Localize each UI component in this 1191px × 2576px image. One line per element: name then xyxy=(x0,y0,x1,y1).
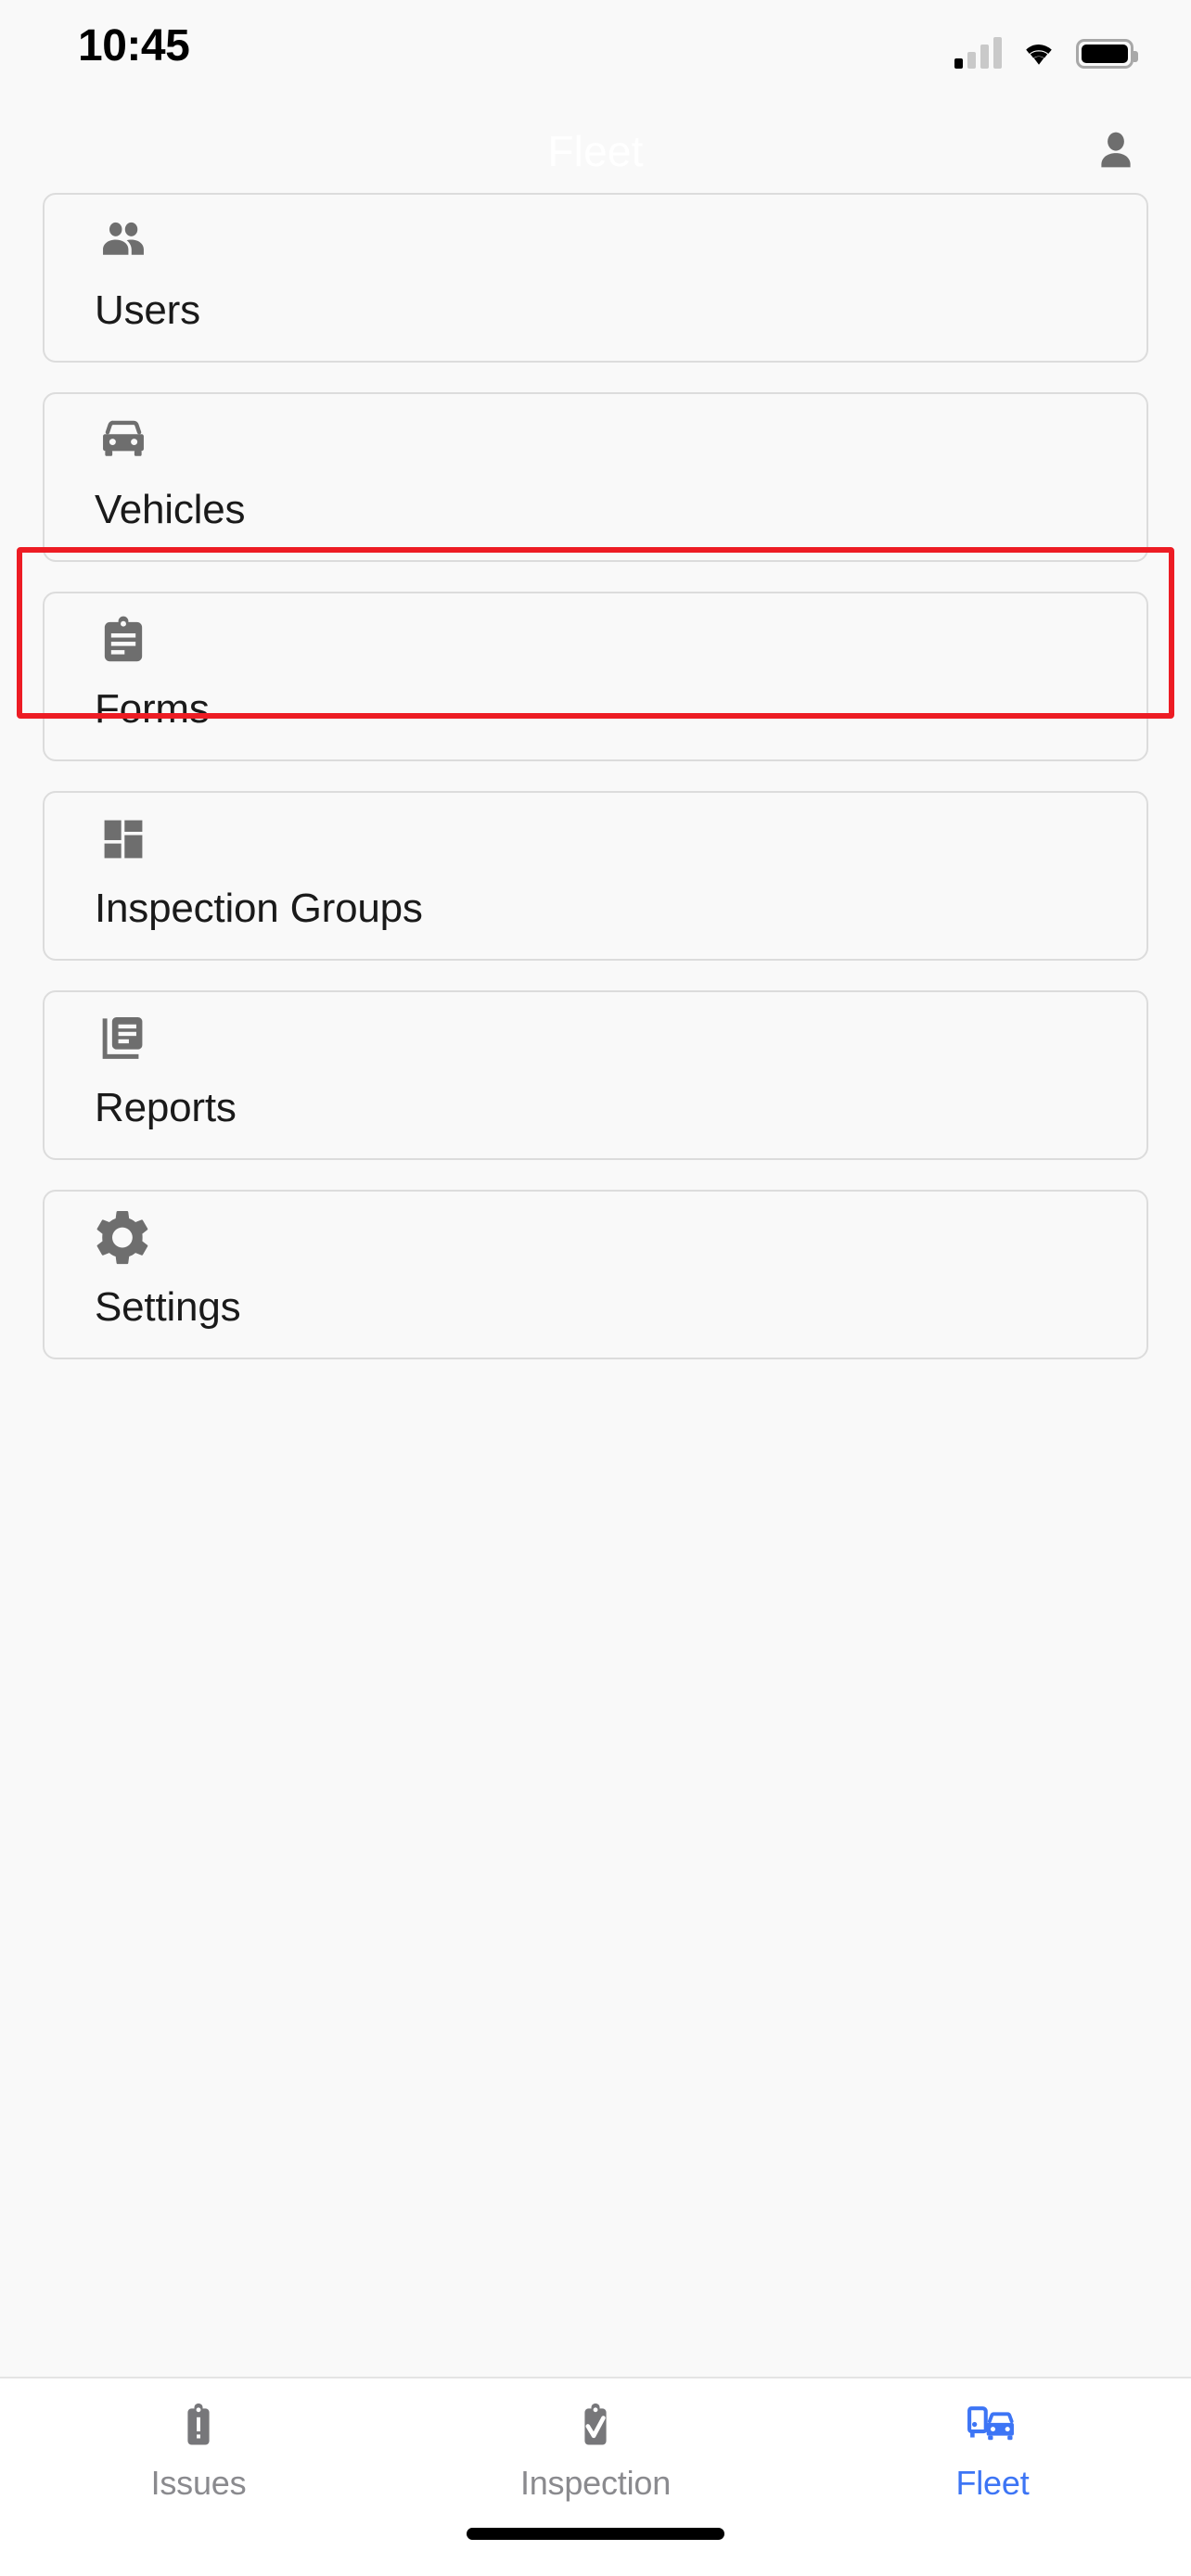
menu-card-label: Users xyxy=(95,287,200,334)
menu-card-label: Forms xyxy=(95,686,210,733)
tab-inspection[interactable]: Inspection xyxy=(397,2399,794,2503)
menu-card-label: Vehicles xyxy=(95,487,246,533)
menu-card-forms[interactable]: Forms xyxy=(43,592,1148,761)
tab-fleet[interactable]: Fleet xyxy=(794,2399,1191,2503)
home-indicator-area xyxy=(0,2511,1191,2576)
menu-card-settings[interactable]: Settings xyxy=(43,1190,1148,1359)
tab-label: Fleet xyxy=(955,2464,1030,2502)
home-indicator-bar[interactable] xyxy=(467,2528,724,2540)
status-bar: 10:45 xyxy=(0,0,1191,109)
app-screen: 10:45 Fleet Users Vehicles Forms Inspect… xyxy=(0,0,1191,2576)
nav-header: Fleet xyxy=(0,109,1191,193)
tab-label: Issues xyxy=(150,2464,247,2502)
menu-card-label: Inspection Groups xyxy=(95,886,423,932)
cellular-signal-icon xyxy=(954,37,1002,69)
menu-card-inspection-groups[interactable]: Inspection Groups xyxy=(43,791,1148,961)
bottom-tab-bar: Issues Inspection Fleet xyxy=(0,2377,1191,2511)
car-front-icon xyxy=(95,412,152,469)
menu-list: Users Vehicles Forms Inspection Groups R… xyxy=(0,193,1191,2377)
status-bar-time: 10:45 xyxy=(78,21,190,70)
vehicles-blue-icon xyxy=(966,2399,1019,2453)
menu-card-reports[interactable]: Reports xyxy=(43,990,1148,1160)
tab-label: Inspection xyxy=(519,2464,672,2502)
dashboard-grid-icon xyxy=(95,810,152,868)
documents-stack-icon xyxy=(95,1010,152,1067)
menu-card-label: Settings xyxy=(95,1284,241,1331)
menu-card-label: Reports xyxy=(95,1085,237,1131)
people-group-icon xyxy=(95,212,152,270)
tab-issues[interactable]: Issues xyxy=(0,2399,397,2503)
account-person-icon[interactable] xyxy=(1089,124,1143,178)
battery-icon xyxy=(1076,39,1138,69)
menu-card-users[interactable]: Users xyxy=(43,193,1148,363)
gear-icon xyxy=(95,1209,152,1267)
clipboard-alert-icon xyxy=(172,2399,225,2453)
clipboard-lines-icon xyxy=(95,611,152,669)
status-bar-indicators xyxy=(954,26,1138,69)
wifi-icon xyxy=(1018,37,1059,69)
page-title: Fleet xyxy=(547,127,644,175)
menu-card-vehicles[interactable]: Vehicles xyxy=(43,392,1148,562)
clipboard-check-icon xyxy=(569,2399,622,2453)
